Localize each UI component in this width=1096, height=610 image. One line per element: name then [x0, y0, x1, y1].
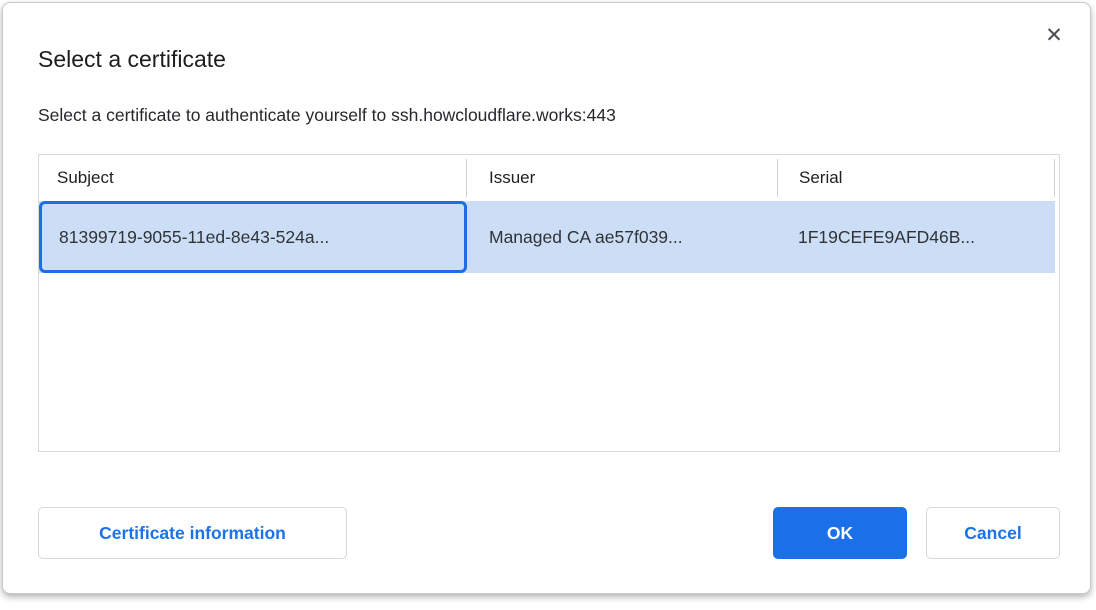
cancel-button[interactable]: Cancel	[926, 507, 1060, 559]
certificate-select-dialog: ✕ Select a certificate Select a certific…	[2, 2, 1091, 594]
dialog-title: Select a certificate	[38, 46, 226, 73]
cell-serial: 1F19CEFE9AFD46B...	[777, 201, 1055, 273]
column-header-serial: Serial	[778, 155, 1054, 201]
close-icon[interactable]: ✕	[1040, 21, 1068, 49]
cell-subject: 81399719-9055-11ed-8e43-524a...	[39, 201, 467, 273]
ok-button[interactable]: OK	[773, 507, 907, 559]
certificate-table: Subject Issuer Serial 81399719-9055-11ed…	[38, 154, 1060, 452]
column-header-issuer: Issuer	[467, 155, 777, 201]
certificate-information-button[interactable]: Certificate information	[38, 507, 347, 559]
scrollbar-gutter	[1055, 155, 1059, 201]
table-header-row: Subject Issuer Serial	[39, 155, 1059, 201]
column-header-subject: Subject	[39, 155, 466, 201]
dialog-subtitle: Select a certificate to authenticate you…	[38, 105, 616, 126]
table-row[interactable]: 81399719-9055-11ed-8e43-524a... Managed …	[39, 201, 1055, 273]
cell-issuer: Managed CA ae57f039...	[467, 201, 777, 273]
